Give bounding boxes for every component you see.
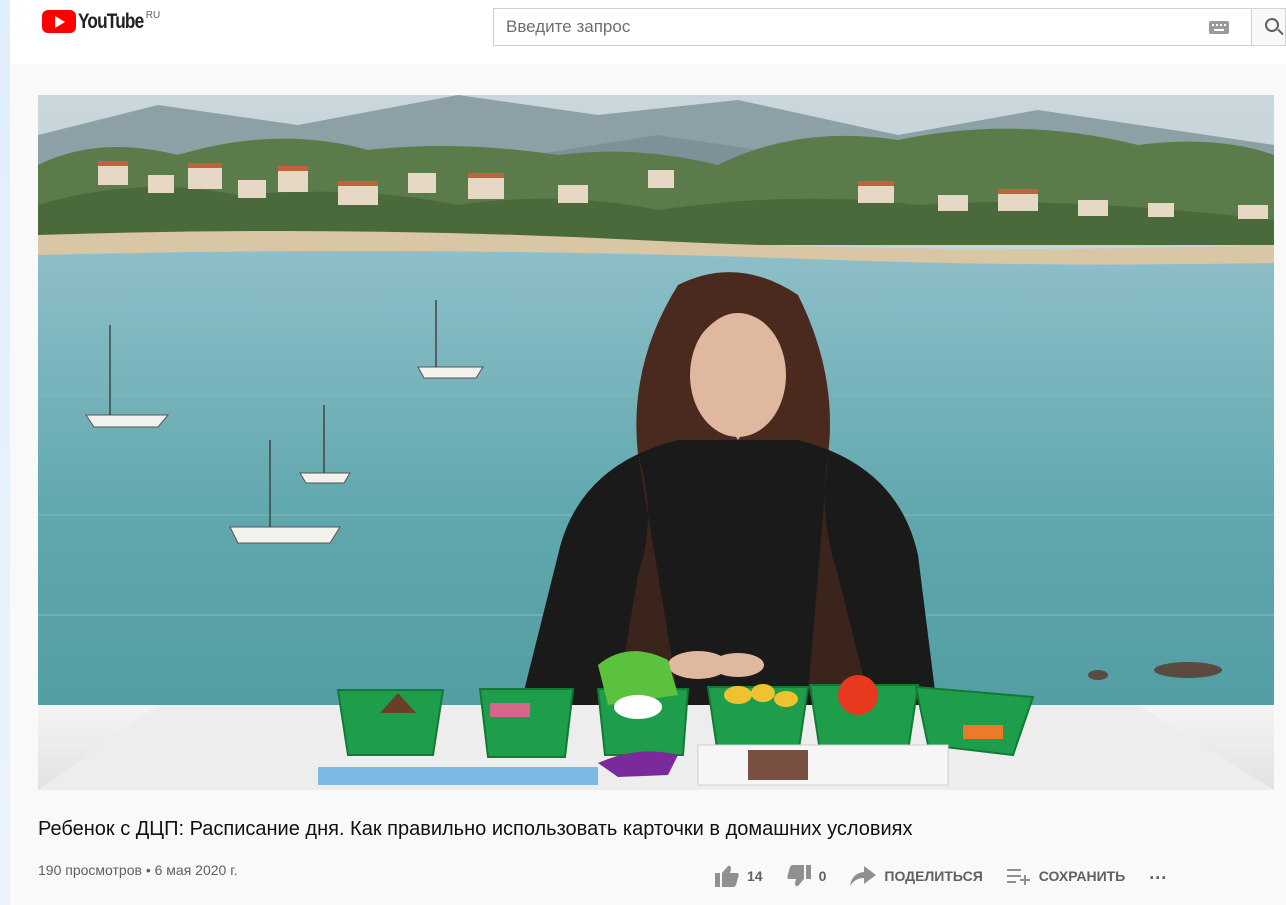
like-count: 14 — [747, 868, 763, 884]
masthead: YouTube RU Введите запрос — [10, 0, 1286, 64]
save-button[interactable]: СОХРАНИТЬ — [1006, 867, 1126, 885]
video-meta: 190 просмотров • 6 мая 2020 г. — [38, 862, 238, 878]
share-arrow-icon — [850, 866, 877, 886]
dislike-button[interactable]: 0 — [786, 865, 827, 887]
search-input[interactable]: Введите запрос — [494, 17, 1209, 37]
search-icon — [1264, 18, 1279, 32]
page-frame: YouTube RU Введите запрос Ребенок с ДЦП:… — [10, 0, 1286, 905]
thumbs-down-icon — [786, 865, 811, 887]
youtube-play-icon — [42, 10, 76, 33]
share-label: ПОДЕЛИТЬСЯ — [884, 868, 983, 884]
save-label: СОХРАНИТЬ — [1038, 868, 1126, 884]
logo-region: RU — [145, 10, 161, 21]
dislike-count: 0 — [818, 868, 827, 884]
like-button[interactable]: 14 — [715, 865, 763, 887]
youtube-logo[interactable]: YouTube RU — [42, 10, 160, 34]
video-actions: 14 0 ПОДЕЛИТЬСЯ СОХРАНИТЬ ... — [715, 863, 1167, 889]
view-count: 190 просмотров — [38, 862, 142, 878]
thumbs-up-icon — [715, 865, 739, 887]
video-frame — [38, 95, 1274, 790]
video-title: Ребенок с ДЦП: Расписание дня. Как прави… — [38, 818, 913, 840]
playlist-add-icon — [1006, 869, 1030, 885]
share-button[interactable]: ПОДЕЛИТЬСЯ — [850, 866, 983, 886]
more-actions-button[interactable]: ... — [1149, 863, 1167, 884]
search-box[interactable]: Введите запрос — [493, 8, 1251, 46]
meta-separator: • — [145, 862, 151, 878]
publish-date: 6 мая 2020 г. — [154, 862, 238, 878]
logo-text: YouTube — [78, 10, 144, 33]
video-player[interactable] — [38, 95, 1274, 790]
search-button[interactable] — [1251, 8, 1286, 46]
keyboard-icon[interactable] — [1209, 20, 1229, 34]
